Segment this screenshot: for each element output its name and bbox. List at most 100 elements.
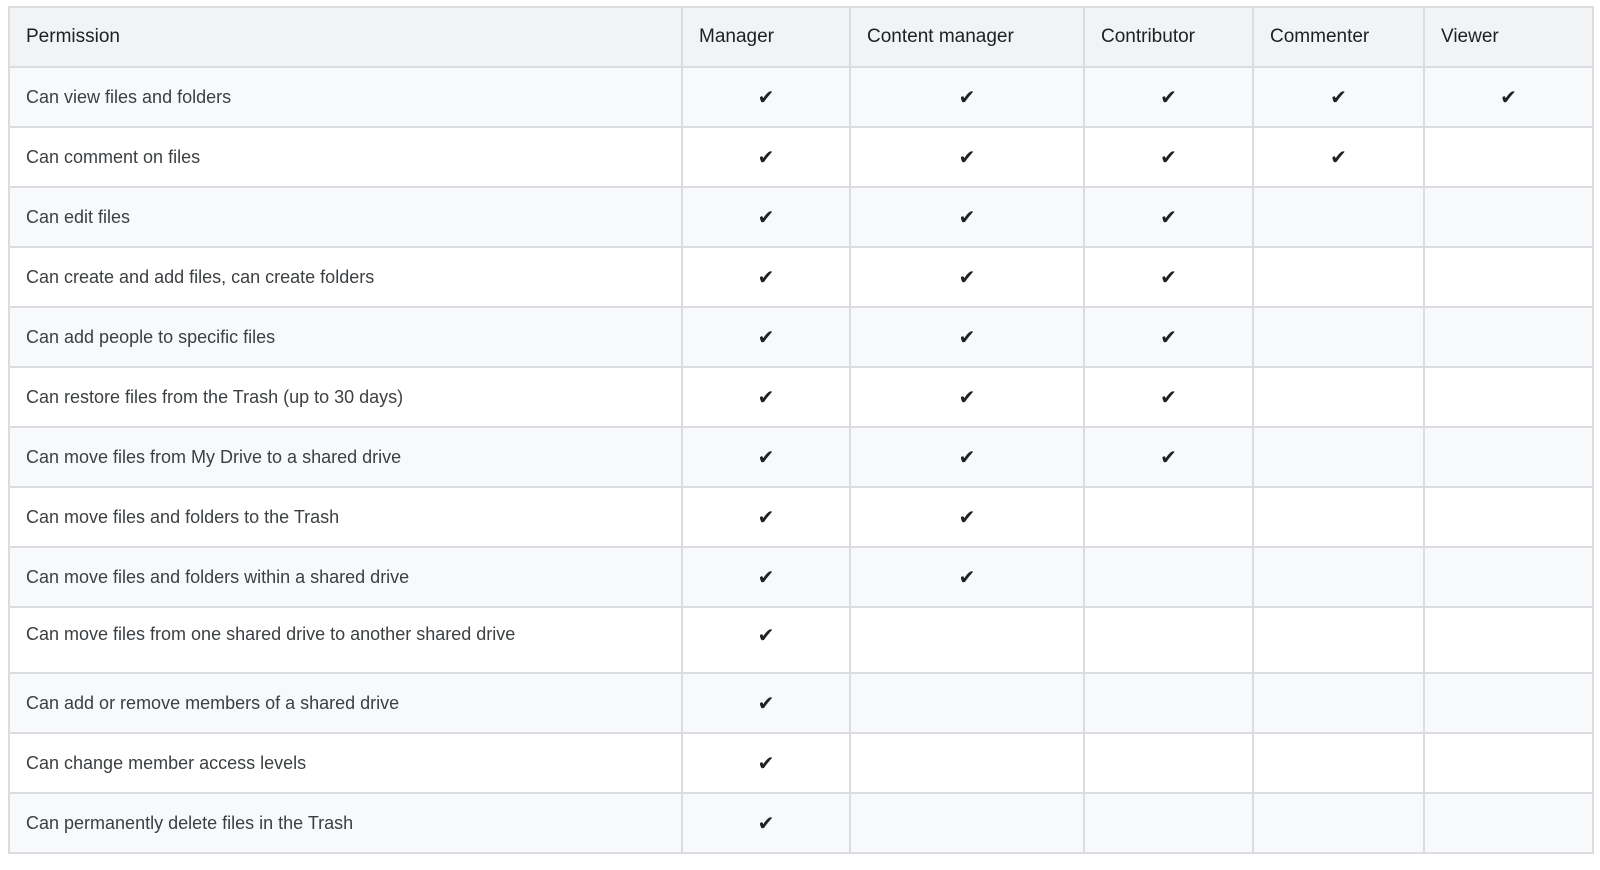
table-row: Can view files and folders ✔ ✔ ✔ ✔ ✔ (8, 66, 1594, 128)
cell-viewer (1423, 606, 1594, 674)
checkmark-icon: ✔ (757, 566, 775, 589)
cell-commenter: ✔ (1252, 66, 1425, 128)
cell-manager: ✔ (681, 426, 851, 488)
cell-viewer (1423, 186, 1594, 248)
cell-viewer (1423, 246, 1594, 308)
checkmark-icon: ✔ (757, 692, 775, 715)
cell-commenter (1252, 792, 1425, 854)
table-header: Permission Manager Content manager Contr… (8, 6, 1594, 68)
cell-contributor: ✔ (1083, 126, 1254, 188)
checkmark-icon: ✔ (757, 206, 775, 229)
checkmark-icon: ✔ (757, 812, 775, 835)
cell-content-manager (849, 792, 1085, 854)
permission-label: Can move files from My Drive to a shared… (8, 426, 683, 488)
cell-manager: ✔ (681, 672, 851, 734)
header-content-manager: Content manager (849, 6, 1085, 68)
checkmark-icon: ✔ (1160, 86, 1177, 109)
permission-label: Can view files and folders (8, 66, 683, 128)
cell-commenter (1252, 546, 1425, 608)
checkmark-icon: ✔ (1160, 446, 1177, 469)
cell-viewer (1423, 126, 1594, 188)
cell-contributor: ✔ (1083, 66, 1254, 128)
cell-content-manager: ✔ (849, 366, 1085, 428)
cell-commenter (1252, 672, 1425, 734)
cell-viewer (1423, 792, 1594, 854)
cell-commenter (1252, 606, 1425, 674)
cell-commenter (1252, 486, 1425, 548)
permission-label: Can move files and folders to the Trash (8, 486, 683, 548)
table-body: Can view files and folders ✔ ✔ ✔ ✔ ✔ Can comme… (8, 66, 1594, 854)
checkmark-icon: ✔ (1160, 386, 1177, 409)
table-row: Can edit files ✔ ✔ ✔ (8, 186, 1594, 248)
cell-contributor: ✔ (1083, 186, 1254, 248)
checkmark-icon: ✔ (958, 266, 976, 289)
table-row: Can move files and folders to the Trash ✔… (8, 486, 1594, 548)
checkmark-icon: ✔ (958, 206, 976, 229)
permission-label: Can permanently delete files in the Tras… (8, 792, 683, 854)
cell-commenter (1252, 246, 1425, 308)
checkmark-icon: ✔ (1160, 146, 1177, 169)
header-permission: Permission (8, 6, 683, 68)
cell-content-manager: ✔ (849, 186, 1085, 248)
cell-viewer (1423, 546, 1594, 608)
cell-contributor: ✔ (1083, 426, 1254, 488)
cell-viewer (1423, 732, 1594, 794)
checkmark-icon: ✔ (757, 266, 775, 289)
permission-label: Can move files and folders within a shar… (8, 546, 683, 608)
permission-label: Can move files from one shared drive to … (8, 606, 683, 674)
permission-label: Can comment on files (8, 126, 683, 188)
permission-label: Can change member access levels (8, 732, 683, 794)
cell-manager: ✔ (681, 306, 851, 368)
cell-contributor: ✔ (1083, 306, 1254, 368)
checkmark-icon: ✔ (757, 446, 775, 469)
cell-content-manager: ✔ (849, 426, 1085, 488)
cell-manager: ✔ (681, 186, 851, 248)
header-row: Permission Manager Content manager Contr… (8, 6, 1594, 68)
checkmark-icon: ✔ (958, 566, 976, 589)
checkmark-icon: ✔ (1500, 86, 1517, 109)
table-row: Can change member access levels ✔ (8, 732, 1594, 794)
permission-label: Can add or remove members of a shared dr… (8, 672, 683, 734)
cell-viewer (1423, 672, 1594, 734)
cell-content-manager (849, 732, 1085, 794)
checkmark-icon: ✔ (757, 146, 775, 169)
header-manager: Manager (681, 6, 851, 68)
checkmark-icon: ✔ (958, 446, 976, 469)
checkmark-icon: ✔ (958, 386, 976, 409)
cell-contributor (1083, 486, 1254, 548)
cell-contributor (1083, 546, 1254, 608)
table-row: Can create and add files, can create fol… (8, 246, 1594, 308)
table-row: Can add people to specific files ✔ ✔ ✔ (8, 306, 1594, 368)
cell-contributor: ✔ (1083, 246, 1254, 308)
checkmark-icon: ✔ (958, 326, 976, 349)
cell-manager: ✔ (681, 732, 851, 794)
cell-commenter: ✔ (1252, 126, 1425, 188)
permission-label: Can edit files (8, 186, 683, 248)
checkmark-icon: ✔ (1330, 86, 1347, 109)
table-row: Can restore files from the Trash (up to … (8, 366, 1594, 428)
cell-commenter (1252, 306, 1425, 368)
cell-manager: ✔ (681, 486, 851, 548)
permission-label: Can create and add files, can create fol… (8, 246, 683, 308)
checkmark-icon: ✔ (1160, 206, 1177, 229)
cell-content-manager: ✔ (849, 486, 1085, 548)
table-row: Can move files from one shared drive to … (8, 606, 1594, 674)
checkmark-icon: ✔ (1160, 266, 1177, 289)
cell-viewer (1423, 486, 1594, 548)
cell-manager: ✔ (681, 606, 851, 674)
permission-label: Can restore files from the Trash (up to … (8, 366, 683, 428)
checkmark-icon: ✔ (757, 386, 775, 409)
cell-commenter (1252, 732, 1425, 794)
table-row: Can move files from My Drive to a shared… (8, 426, 1594, 488)
cell-content-manager (849, 672, 1085, 734)
table-row: Can comment on files ✔ ✔ ✔ ✔ (8, 126, 1594, 188)
cell-content-manager: ✔ (849, 246, 1085, 308)
cell-viewer (1423, 366, 1594, 428)
header-commenter: Commenter (1252, 6, 1425, 68)
cell-viewer: ✔ (1423, 66, 1594, 128)
cell-manager: ✔ (681, 792, 851, 854)
table-row: Can add or remove members of a shared dr… (8, 672, 1594, 734)
cell-manager: ✔ (681, 546, 851, 608)
table-row: Can permanently delete files in the Tras… (8, 792, 1594, 854)
header-contributor: Contributor (1083, 6, 1254, 68)
